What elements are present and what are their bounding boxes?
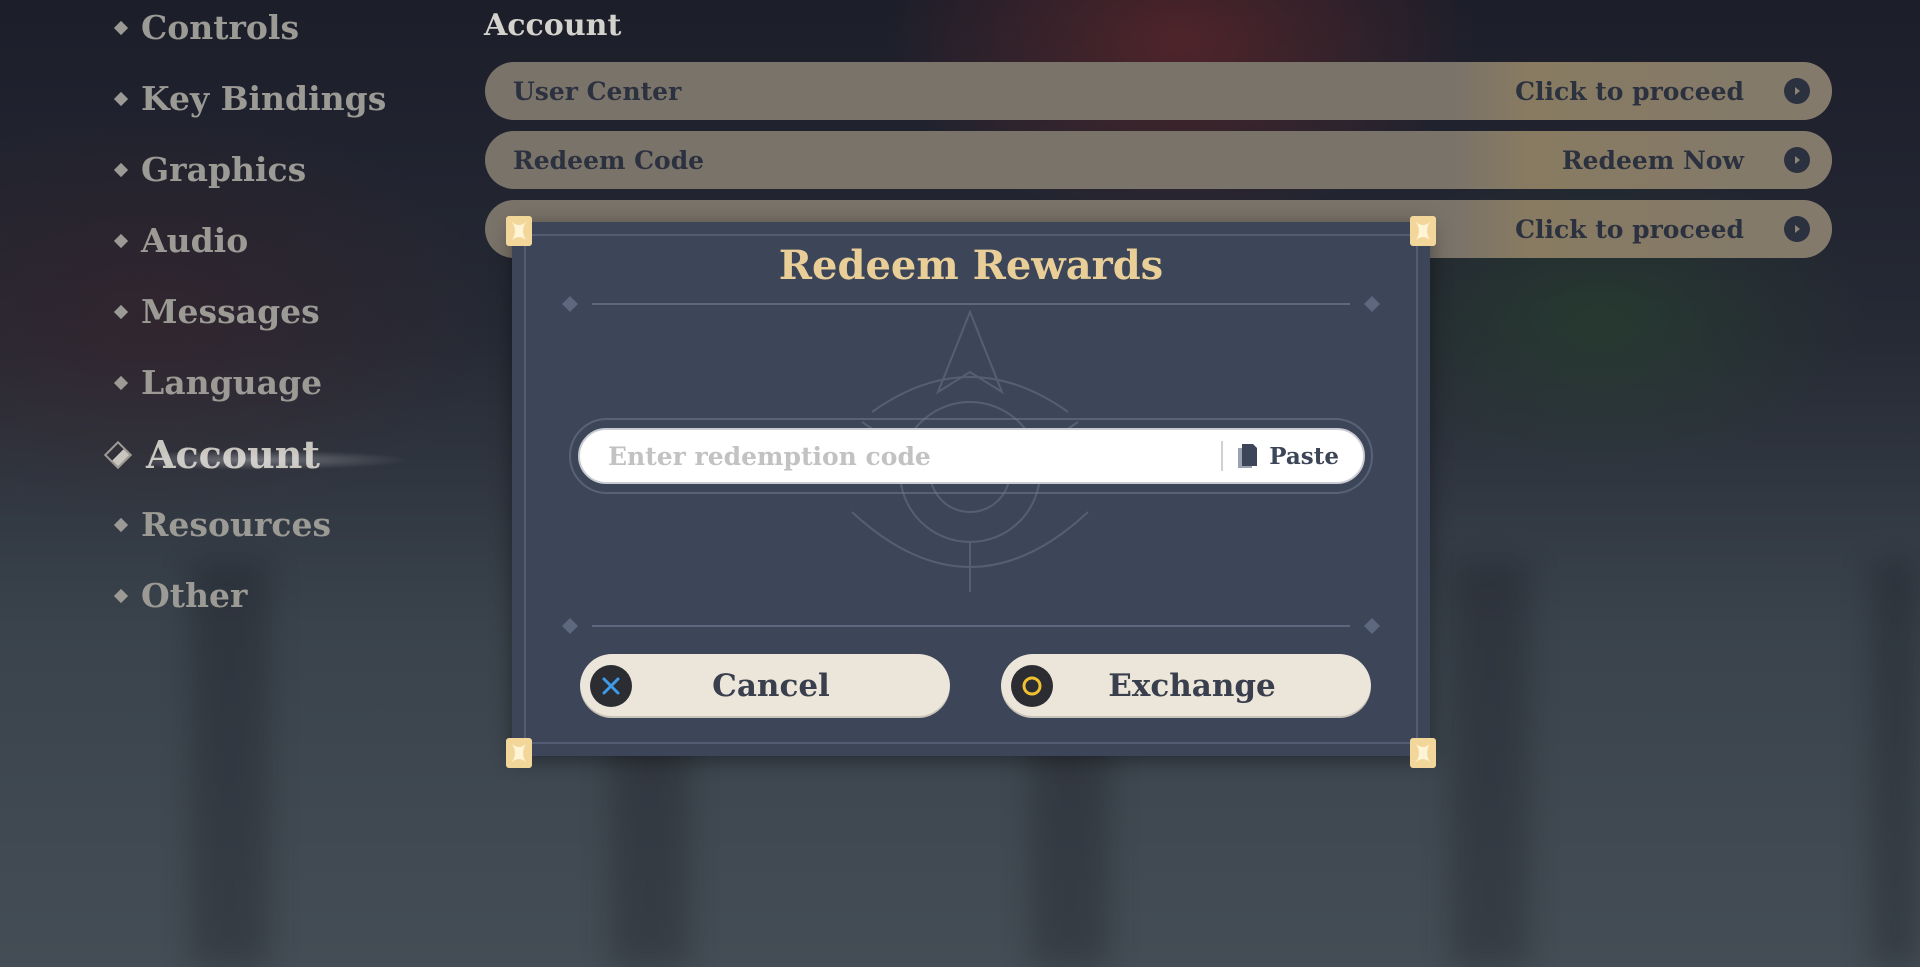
sidebar-item-label: Audio bbox=[141, 221, 249, 260]
sidebar-item-label: Messages bbox=[141, 292, 320, 331]
section-title: Account bbox=[484, 8, 622, 43]
paste-label: Paste bbox=[1269, 442, 1339, 470]
diamond-bullet-icon bbox=[113, 91, 129, 106]
sidebar-item-other[interactable]: Other bbox=[112, 576, 247, 615]
bottom-divider bbox=[562, 618, 1380, 634]
circle-button-icon bbox=[1011, 665, 1053, 707]
account-row-redeem-code[interactable]: Redeem Code Redeem Now bbox=[485, 131, 1832, 189]
diamond-bullet-icon bbox=[113, 588, 129, 603]
paste-button[interactable]: Paste bbox=[1237, 442, 1339, 470]
sidebar-item-audio[interactable]: Audio bbox=[112, 221, 248, 260]
row-action-label: Click to proceed bbox=[1515, 76, 1744, 106]
sidebar-item-key-bindings[interactable]: Key Bindings bbox=[112, 79, 386, 118]
redemption-code-field: Paste bbox=[578, 428, 1365, 484]
diamond-bullet-icon bbox=[113, 20, 129, 35]
diamond-bullet-icon bbox=[113, 233, 129, 248]
sidebar-item-label: Language bbox=[141, 363, 323, 402]
diamond-selected-icon bbox=[103, 440, 133, 469]
sidebar-item-label: Account bbox=[146, 432, 320, 477]
sidebar-item-label: Key Bindings bbox=[141, 79, 387, 118]
top-divider bbox=[562, 296, 1380, 312]
row-label: User Center bbox=[513, 76, 682, 106]
sidebar-item-resources[interactable]: Resources bbox=[112, 505, 331, 544]
clipboard-icon bbox=[1238, 444, 1258, 468]
sidebar-item-controls[interactable]: Controls bbox=[112, 8, 299, 47]
diamond-bullet-icon bbox=[113, 162, 129, 177]
sidebar-item-label: Resources bbox=[141, 505, 332, 544]
sidebar-item-language[interactable]: Language bbox=[112, 363, 322, 402]
field-separator bbox=[1221, 441, 1224, 471]
arrow-right-icon bbox=[1784, 147, 1810, 173]
redemption-code-input[interactable] bbox=[606, 440, 1222, 472]
redeem-rewards-dialog: Redeem Rewards Paste Cancel Exchang bbox=[506, 216, 1436, 768]
exchange-button[interactable]: Exchange bbox=[1001, 654, 1371, 718]
sidebar-item-graphics[interactable]: Graphics bbox=[112, 150, 306, 189]
row-label: Redeem Code bbox=[513, 145, 705, 175]
row-action-label: Click to proceed bbox=[1515, 214, 1744, 244]
cancel-label: Cancel bbox=[712, 668, 830, 704]
corner-ornament-icon bbox=[506, 738, 532, 768]
sidebar-item-messages[interactable]: Messages bbox=[112, 292, 320, 331]
arrow-right-icon bbox=[1784, 216, 1810, 242]
cross-button-icon bbox=[590, 665, 632, 707]
diamond-bullet-icon bbox=[113, 304, 129, 319]
sidebar-item-label: Other bbox=[141, 576, 248, 615]
account-row-user-center[interactable]: User Center Click to proceed bbox=[485, 62, 1832, 120]
row-action-label: Redeem Now bbox=[1561, 145, 1744, 175]
diamond-bullet-icon bbox=[113, 375, 129, 390]
corner-ornament-icon bbox=[1410, 738, 1436, 768]
sidebar-item-account[interactable]: Account bbox=[103, 432, 320, 477]
exchange-label: Exchange bbox=[1108, 668, 1276, 704]
sidebar-item-label: Graphics bbox=[141, 150, 307, 189]
dialog-title: Redeem Rewards bbox=[778, 242, 1164, 289]
diamond-bullet-icon bbox=[113, 517, 129, 532]
sidebar-item-label: Controls bbox=[141, 8, 300, 47]
cancel-button[interactable]: Cancel bbox=[580, 654, 950, 718]
arrow-right-icon bbox=[1784, 78, 1810, 104]
